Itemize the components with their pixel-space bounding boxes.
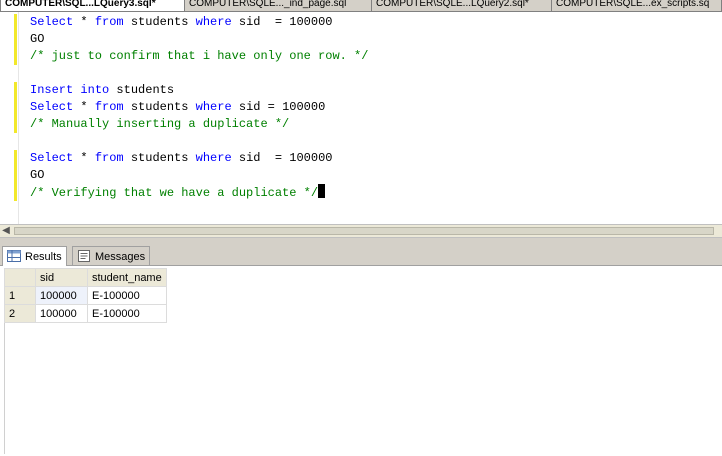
change-marker — [14, 82, 17, 133]
results-tab-strip: Results Messages — [0, 244, 722, 267]
sql-code[interactable]: Select * from students where sid = 10000… — [30, 14, 368, 201]
row-number[interactable]: 1 — [4, 286, 36, 305]
table-row[interactable]: 2 100000 E-100000 — [4, 304, 167, 323]
column-header-student-name[interactable]: student_name — [87, 268, 167, 287]
sql-keyword: where — [195, 15, 232, 29]
grid-header-row: sid student_name — [4, 268, 167, 287]
sql-text: students — [123, 15, 196, 29]
tab-messages[interactable]: Messages — [72, 246, 151, 266]
code-line: Select * from students where sid = 10000… — [30, 150, 368, 167]
code-line: Select * from students where sid = 10000… — [30, 14, 368, 31]
sql-text: * — [73, 100, 95, 114]
table-row[interactable]: 1 100000 E-100000 — [4, 286, 167, 305]
grid-icon — [7, 250, 21, 262]
tab-results[interactable]: Results — [2, 246, 67, 267]
horizontal-scrollbar[interactable]: ◀ — [0, 224, 722, 238]
sql-keyword: where — [195, 100, 232, 114]
tab-ind-page[interactable]: COMPUTER\SQLE..._ind_page.sql — [185, 0, 372, 11]
sql-text: GO — [30, 32, 45, 46]
tab-query2[interactable]: COMPUTER\SQLE...LQuery2.sql* — [372, 0, 552, 11]
row-number[interactable]: 2 — [4, 304, 36, 323]
sql-comment: /* Verifying that we have a duplicate */ — [30, 186, 319, 200]
code-line: GO — [30, 167, 368, 184]
scrollbar-thumb[interactable] — [14, 227, 714, 235]
sql-text: sid = 100000 — [231, 100, 326, 114]
sql-text: GO — [30, 168, 45, 182]
sql-text: sid = 100000 — [231, 15, 333, 29]
messages-icon — [78, 250, 90, 262]
results-grid[interactable]: sid student_name 1 100000 E-100000 2 100… — [4, 268, 167, 323]
sql-text: students — [109, 83, 175, 97]
cell-student-name[interactable]: E-100000 — [87, 286, 167, 305]
sql-comment: /* Manually inserting a duplicate */ — [30, 117, 290, 131]
sql-keyword: Select — [30, 100, 74, 114]
sql-keyword: Insert — [30, 83, 74, 97]
sql-text: students — [123, 151, 196, 165]
tab-ex-scripts[interactable]: COMPUTER\SQLE...ex_scripts.sq — [552, 0, 722, 11]
editor-gutter — [0, 12, 19, 224]
code-line: /* Manually inserting a duplicate */ — [30, 116, 368, 133]
cell-student-name[interactable]: E-100000 — [87, 304, 167, 323]
sql-keyword: from — [94, 100, 124, 114]
sql-keyword: Select — [30, 151, 74, 165]
code-line: Select * from students where sid = 10000… — [30, 99, 368, 116]
change-marker — [14, 150, 17, 201]
column-header-sid[interactable]: sid — [35, 268, 88, 287]
text-caret — [318, 184, 326, 198]
query-editor[interactable]: Select * from students where sid = 10000… — [0, 12, 722, 224]
code-line: /* Verifying that we have a duplicate */ — [30, 184, 368, 201]
scroll-left-icon[interactable]: ◀ — [0, 225, 12, 237]
sql-keyword: into — [80, 83, 110, 97]
tab-query3[interactable]: COMPUTER\SQL...LQuery3.sql* — [0, 0, 185, 11]
sql-comment: /* just to confirm that i have only one … — [30, 49, 369, 63]
sql-text: * — [73, 15, 95, 29]
code-line: Insert into students — [30, 82, 368, 99]
sql-text: sid = 100000 — [231, 151, 333, 165]
change-marker — [14, 14, 17, 65]
document-tab-strip: COMPUTER\SQL...LQuery3.sql* COMPUTER\SQL… — [0, 0, 722, 12]
cell-sid[interactable]: 100000 — [35, 286, 88, 305]
sql-keyword: from — [94, 15, 124, 29]
row-header-corner[interactable] — [4, 268, 36, 287]
sql-text: * — [73, 151, 95, 165]
sql-text: students — [123, 100, 196, 114]
code-line: /* just to confirm that i have only one … — [30, 48, 368, 65]
cell-sid[interactable]: 100000 — [35, 304, 88, 323]
sql-keyword: Select — [30, 15, 74, 29]
tab-results-label: Results — [25, 251, 62, 263]
code-line: GO — [30, 31, 368, 48]
tab-messages-label: Messages — [95, 251, 146, 263]
sql-keyword: where — [195, 151, 232, 165]
results-grid-area: sid student_name 1 100000 E-100000 2 100… — [0, 266, 722, 456]
sql-keyword: from — [94, 151, 124, 165]
